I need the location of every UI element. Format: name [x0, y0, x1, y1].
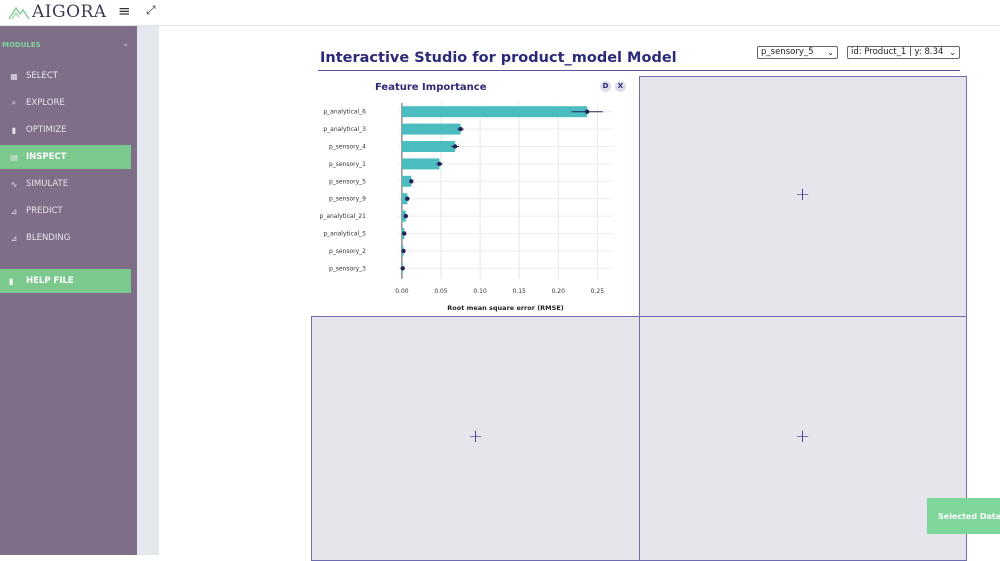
bar-chart-icon: ▮ — [11, 125, 17, 135]
error-point — [585, 109, 590, 114]
bar — [401, 106, 588, 118]
search-icon: ⌕ — [11, 98, 17, 107]
logo[interactable]: AIGORA — [8, 2, 107, 22]
error-point — [452, 144, 458, 149]
inspect-icon: ▤ — [10, 152, 18, 162]
sidebar-item-help-file[interactable]: ▮ HELP FILE — [0, 269, 131, 293]
variable-select-value: p_sensory_5 — [761, 47, 814, 57]
sidebar-item-optimize[interactable]: ▮ OPTIMIZE — [0, 118, 131, 142]
y-tick-label: p_analytical_21 — [320, 213, 367, 220]
chevron-down-icon: ⌄ — [827, 48, 834, 57]
hamburger-icon[interactable]: ≡ — [118, 2, 131, 20]
product-select-value: id: Product_1 | y: 8.34 — [851, 47, 944, 57]
empty-panel-bottom-left[interactable]: + — [311, 316, 640, 561]
add-plot-icon[interactable]: + — [468, 426, 483, 447]
chevron-down-icon: ⌄ — [122, 39, 130, 49]
selected-data-button[interactable]: Selected Data — [927, 498, 1000, 534]
line-chart-icon: ⊿ — [10, 206, 18, 216]
sidebar-item-inspect[interactable]: ▤ INSPECT — [0, 145, 131, 169]
bar — [401, 123, 461, 135]
empty-panel-bottom-right[interactable]: + — [639, 316, 967, 561]
chart-title: Feature Importance — [375, 82, 487, 93]
y-tick-label: p_analytical_6 — [323, 109, 366, 116]
sidebar-item-label: INSPECT — [26, 152, 67, 162]
variable-select[interactable]: p_sensory_5 ⌄ — [757, 46, 838, 59]
y-tick-label: p_analytical_5 — [323, 231, 366, 238]
area-chart-icon: ⊿ — [10, 233, 18, 243]
pulse-icon: ∿ — [10, 179, 18, 189]
sidebar: MODULES ⌄ ▦ SELECT ⌕ EXPLORE ▮ OPTIMIZE … — [0, 26, 137, 555]
feature-importance-chart: 0.00 0.05 0.10 0.15 0.20 0.25 p_analytical_6 p_… — [320, 103, 613, 312]
sidebar-item-label: EXPLORE — [26, 98, 65, 108]
error-point — [403, 213, 409, 219]
selected-data-label: Selected Data — [938, 511, 1000, 521]
x-tick-label: 0.25 — [591, 288, 605, 295]
sidebar-item-label: SELECT — [26, 71, 58, 81]
mountain-logo-icon — [8, 6, 30, 20]
file-icon: ▮ — [9, 276, 14, 286]
sidebar-item-simulate[interactable]: ∿ SIMULATE — [0, 172, 131, 196]
sidebar-item-explore[interactable]: ⌕ EXPLORE — [0, 91, 131, 115]
error-point — [401, 248, 406, 254]
sidebar-item-label: HELP FILE — [26, 276, 74, 286]
page-title: Interactive Studio for product_model Mod… — [320, 50, 677, 66]
logo-text: AIGORA — [32, 2, 107, 22]
error-point — [409, 179, 414, 184]
x-tick-label: 0.05 — [434, 288, 448, 295]
add-plot-icon[interactable]: + — [795, 184, 810, 205]
close-button[interactable]: X — [615, 81, 626, 92]
add-plot-icon[interactable]: + — [795, 426, 810, 447]
x-axis-label: Root mean square error (RMSE) — [447, 304, 563, 312]
x-tick-label: 0.20 — [552, 288, 566, 295]
error-point — [405, 196, 410, 201]
y-tick-label: p_sensory_4 — [329, 144, 366, 151]
sidebar-item-predict[interactable]: ⊿ PREDICT — [0, 199, 131, 223]
x-tick-label: 0.15 — [513, 288, 527, 295]
sidebar-item-blending[interactable]: ⊿ BLENDING — [0, 226, 131, 250]
sidebar-item-label: PREDICT — [26, 206, 63, 216]
sidebar-item-label: BLENDING — [26, 233, 71, 243]
empty-panel-top-right[interactable]: + — [639, 76, 967, 317]
sidebar-gutter — [137, 26, 159, 555]
y-tick-label: p_sensory_5 — [329, 178, 366, 185]
modules-header[interactable]: MODULES ⌄ — [0, 39, 137, 54]
y-tick-label: p_sensory_3 — [329, 265, 366, 272]
title-divider — [318, 70, 960, 71]
bar — [401, 158, 440, 170]
y-tick-label: p_sensory_9 — [329, 196, 366, 203]
y-tick-label: p_analytical_3 — [323, 126, 366, 133]
modules-label: MODULES — [2, 41, 41, 49]
error-point — [400, 266, 405, 271]
expand-icon[interactable]: ⤢ — [146, 3, 156, 18]
sidebar-item-label: OPTIMIZE — [26, 125, 67, 135]
top-bar: AIGORA ≡ ⤢ — [0, 0, 1000, 26]
x-tick-label: 0.10 — [473, 288, 487, 295]
error-point — [402, 231, 407, 236]
x-tick-label: 0.00 — [395, 288, 409, 295]
grid-icon: ▦ — [10, 71, 18, 81]
y-tick-label: p_sensory_2 — [329, 248, 366, 255]
sidebar-item-label: SIMULATE — [26, 179, 69, 189]
sidebar-item-select[interactable]: ▦ SELECT — [0, 64, 131, 88]
download-button[interactable]: D — [600, 81, 611, 92]
error-point — [458, 126, 463, 132]
chevron-down-icon: ⌄ — [949, 48, 956, 57]
error-point — [437, 161, 442, 167]
y-tick-label: p_sensory_1 — [329, 161, 366, 168]
bar — [401, 141, 456, 152]
product-select[interactable]: id: Product_1 | y: 8.34 ⌄ — [847, 46, 960, 59]
